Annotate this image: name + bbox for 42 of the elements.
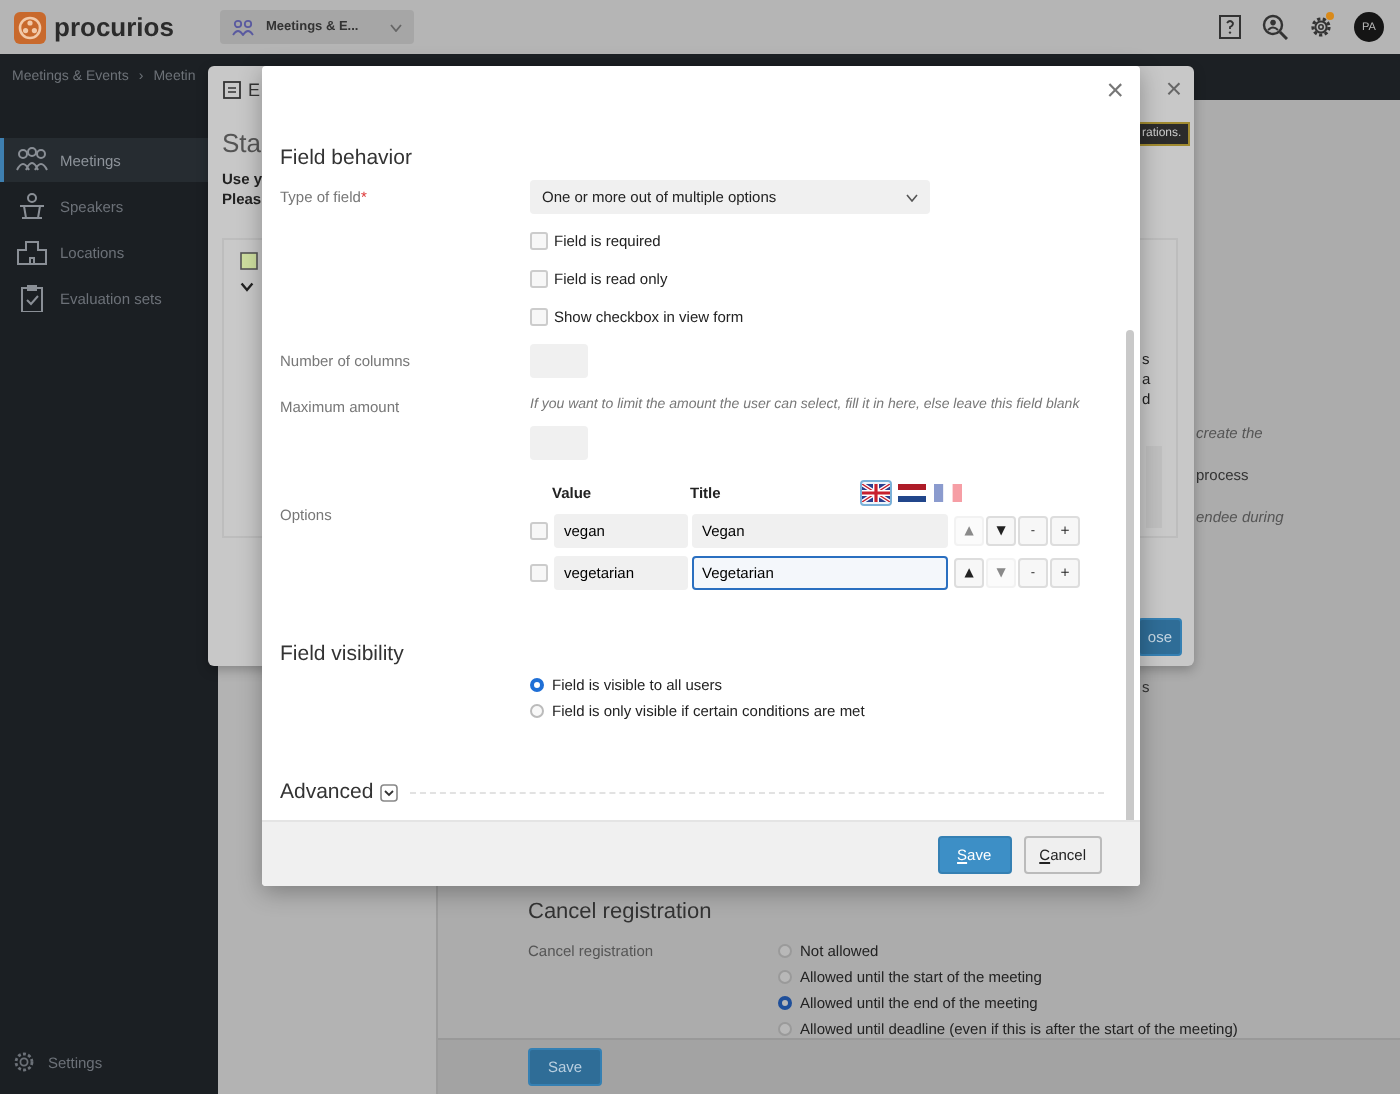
uk-flag-icon [862, 483, 890, 501]
clipboard-check-icon [16, 284, 48, 312]
french-flag-icon [934, 483, 962, 501]
section-heading: Field behavior [280, 146, 414, 170]
dutch-flag-icon [898, 483, 926, 501]
logo-icon [14, 11, 46, 43]
caret-icon [390, 23, 402, 31]
radio-button[interactable] [530, 678, 544, 692]
settings-icon[interactable] [1308, 14, 1334, 40]
checkbox[interactable] [530, 563, 548, 581]
people-icon [16, 146, 48, 174]
checkbox[interactable] [530, 521, 548, 539]
language-button[interactable] [896, 479, 928, 505]
building-icon [16, 238, 48, 266]
close-button[interactable]: × [1106, 76, 1124, 106]
settings-icon [12, 1050, 36, 1074]
section-heading: Advanced [280, 780, 374, 804]
radio-button[interactable] [530, 704, 544, 718]
radio-button[interactable] [778, 1022, 792, 1036]
close-button[interactable]: × [1165, 74, 1182, 102]
section-heading: Cancel registration [528, 900, 714, 924]
language-button[interactable] [860, 479, 892, 505]
radio-button[interactable] [778, 970, 792, 984]
checkbox[interactable] [530, 269, 548, 287]
checkbox[interactable] [530, 307, 548, 325]
podium-icon [16, 192, 48, 220]
chevron-down-icon [240, 282, 254, 292]
radio-button[interactable] [778, 944, 792, 958]
dialog-heading: Sta [222, 128, 262, 158]
placeholder-box [1146, 446, 1162, 528]
checkbox[interactable] [530, 231, 548, 249]
form-icon [240, 252, 258, 270]
brand-name: procurios [54, 12, 174, 42]
people-icon [232, 18, 254, 36]
document-icon [222, 80, 242, 100]
help-book-icon[interactable] [1218, 14, 1242, 40]
chevron-down-icon [906, 193, 918, 201]
chevron-down-icon[interactable] [379, 783, 398, 801]
radio-button[interactable] [778, 996, 792, 1010]
person-search-icon[interactable] [1262, 14, 1288, 40]
section-heading: Field visibility [280, 642, 406, 666]
dialog-title: E [248, 80, 261, 100]
